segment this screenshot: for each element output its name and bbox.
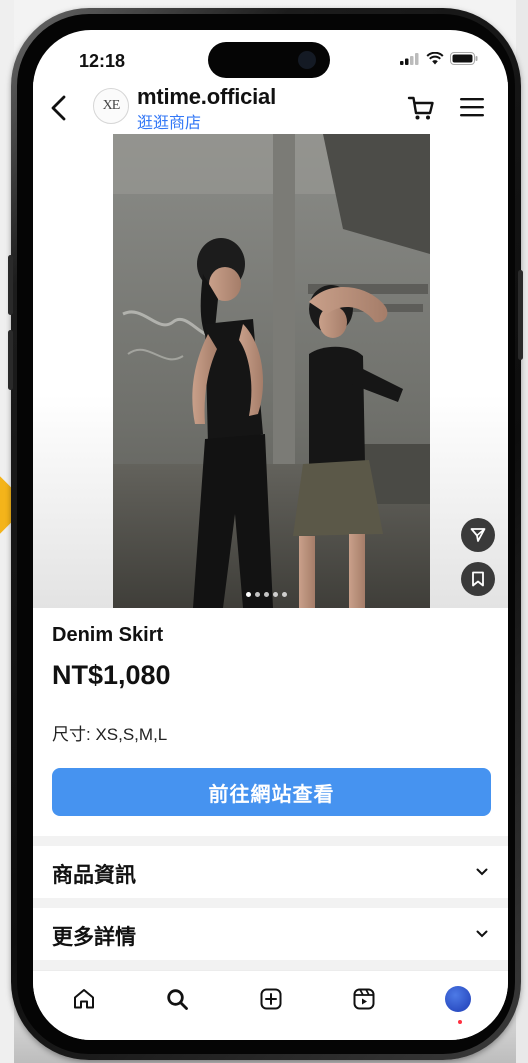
carousel-dot: [264, 592, 269, 597]
save-button[interactable]: [461, 562, 495, 596]
shop-link[interactable]: 逛逛商店: [137, 109, 201, 133]
share-button[interactable]: [461, 518, 495, 552]
product-size: 尺寸: XS,S,M,L: [52, 725, 168, 744]
wifi-icon: [426, 52, 444, 65]
chevron-down-icon: [476, 868, 488, 876]
bottom-tab-bar: [33, 970, 508, 1040]
power-button: [518, 270, 523, 360]
carousel-dot: [246, 592, 251, 597]
product-info-section[interactable]: 商品資訊: [33, 846, 508, 898]
section-title: 商品資訊: [52, 864, 136, 887]
product-photo: [113, 134, 430, 608]
carousel-dot: [273, 592, 278, 597]
product-price: NT$1,080: [52, 660, 171, 690]
volume-down-button: [8, 330, 13, 390]
phone-screen: 12:18 ΧΕ mtime.official 逛逛商店 Denim Skirt…: [33, 30, 508, 1040]
view-on-website-button[interactable]: 前往網站查看: [52, 768, 491, 816]
dynamic-island: [208, 42, 330, 78]
tab-home[interactable]: [69, 984, 99, 1014]
notification-dot: [458, 1020, 462, 1024]
back-icon[interactable]: [47, 94, 71, 122]
product-image-carousel[interactable]: [33, 134, 508, 608]
volume-up-button: [8, 255, 13, 315]
carousel-dot: [255, 592, 260, 597]
account-name[interactable]: mtime.official: [137, 84, 276, 110]
search-icon: [167, 989, 188, 1010]
profile-avatar: [445, 986, 471, 1012]
status-time: 12:18: [79, 51, 126, 71]
section-divider: [33, 898, 508, 908]
reels-icon: [353, 988, 375, 1010]
tab-create[interactable]: [256, 984, 286, 1014]
status-icons: [400, 52, 478, 65]
section-title: 更多詳情: [52, 926, 136, 949]
bookmark-icon: [472, 571, 484, 587]
section-divider: [33, 836, 508, 846]
menu-icon[interactable]: [459, 96, 485, 118]
cart-icon[interactable]: [407, 95, 435, 121]
tab-reels[interactable]: [349, 984, 379, 1014]
shop-header: ΧΕ mtime.official 逛逛商店: [33, 82, 508, 134]
front-camera: [298, 51, 316, 69]
account-avatar[interactable]: ΧΕ: [93, 88, 129, 124]
tab-search[interactable]: [162, 984, 192, 1014]
section-divider: [33, 960, 508, 970]
create-post-icon: [260, 988, 282, 1010]
carousel-dot: [282, 592, 287, 597]
product-name: Denim Skirt: [52, 624, 164, 646]
home-icon: [74, 989, 94, 1009]
send-icon: [470, 528, 486, 542]
chevron-down-icon: [476, 930, 488, 938]
battery-icon: [450, 52, 478, 65]
carousel-indicator: [246, 592, 287, 597]
more-details-section[interactable]: 更多詳情: [33, 908, 508, 960]
signal-icon: [400, 53, 419, 65]
tab-profile[interactable]: [443, 984, 473, 1014]
